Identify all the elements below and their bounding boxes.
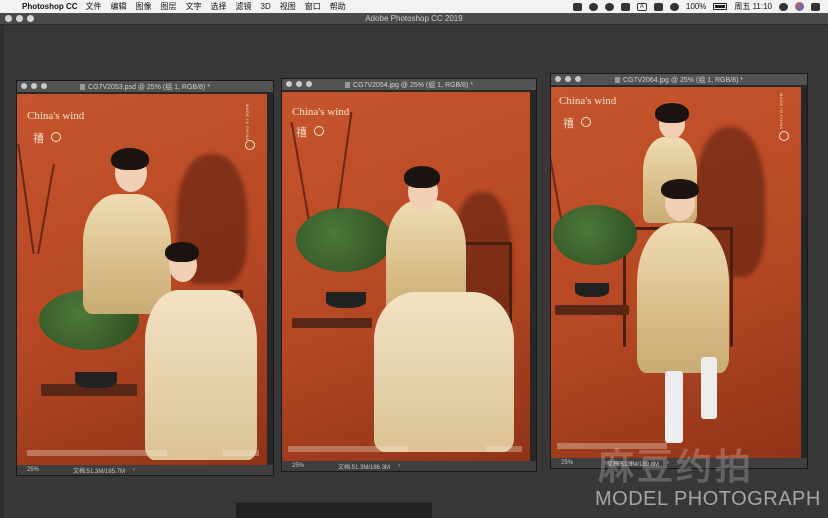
menu-view[interactable]: 视图 <box>280 1 296 12</box>
seal-character: 禧 <box>563 118 574 130</box>
bride-hair <box>404 166 440 188</box>
menu-filter[interactable]: 滤镜 <box>236 1 252 12</box>
file-icon <box>80 84 86 90</box>
menu-layer[interactable]: 图层 <box>161 1 177 12</box>
menu-3d[interactable]: 3D <box>261 2 271 11</box>
seal-mark-right <box>245 140 255 150</box>
groom-leg <box>665 371 683 443</box>
document-tab-1[interactable]: CG7V2053.psd @ 25% (组 1, RGB/8) * <box>17 81 273 93</box>
status-menu-arrow[interactable]: › <box>398 463 400 469</box>
menu-select[interactable]: 选择 <box>211 1 227 12</box>
photo-canvas-1[interactable]: China's wind 禧 MADE IN CHINA <box>17 94 267 467</box>
studio-label <box>486 446 522 452</box>
menu-edit[interactable]: 编辑 <box>111 1 127 12</box>
document-title: CG7V2064.jpg @ 25% (组 1, RGB/8) * <box>623 77 743 84</box>
bonsai-pot <box>75 372 117 388</box>
doc-size: 文档:51.3M/186.3M <box>338 464 391 471</box>
battery-icon[interactable] <box>713 3 728 10</box>
file-icon <box>615 77 621 83</box>
seal-mark <box>581 117 591 127</box>
menubar-tray: A 100% 周五 11:10 <box>572 1 828 12</box>
app-titlebar: Adobe Photoshop CC 2019 <box>0 13 828 25</box>
watermark-chinese: 麻豆约拍 <box>598 446 755 487</box>
wooden-table <box>555 305 629 315</box>
seal-character: 禧 <box>33 133 44 145</box>
qq-icon[interactable] <box>604 2 614 11</box>
menu-type[interactable]: 文字 <box>186 1 202 12</box>
seal-mark <box>51 132 61 142</box>
vertical-label: MADE IN CHINA <box>245 104 250 141</box>
zoom-level[interactable]: 25% <box>561 460 601 466</box>
siri-icon[interactable] <box>795 2 804 11</box>
brand-title: China's wind <box>27 110 85 122</box>
copyright-text <box>27 450 167 456</box>
app-title: Adobe Photoshop CC 2019 <box>365 14 463 23</box>
photo-canvas-2[interactable]: China's wind 禧 <box>282 92 530 463</box>
document-title: CG7V2054.jpg @ 25% (组 1, RGB/8) * <box>353 82 473 89</box>
clipboard-icon[interactable] <box>620 2 630 11</box>
vertical-label: MADE IN CHINA <box>779 93 784 130</box>
watermark-english: MODEL PHOTOGRAPH <box>595 488 821 510</box>
doc-size: 文档:51.3M/185.7M <box>73 468 126 475</box>
spotlight-icon[interactable] <box>779 2 788 11</box>
menu-file[interactable]: 文件 <box>86 1 102 12</box>
battery-percent: 100% <box>685 2 707 11</box>
clock[interactable]: 周五 11:10 <box>734 1 772 12</box>
menu-image[interactable]: 图像 <box>136 1 152 12</box>
bonsai-pot <box>326 292 366 308</box>
document-window-2[interactable]: CG7V2054.jpg @ 25% (组 1, RGB/8) * China'… <box>281 78 537 472</box>
bonsai-tree <box>296 208 392 272</box>
seal-mark-right <box>779 131 789 141</box>
menu-app-name[interactable]: Photoshop CC <box>22 2 78 11</box>
notification-center-icon[interactable] <box>811 2 820 11</box>
copyright-text <box>288 446 408 452</box>
status-menu-arrow[interactable]: › <box>133 467 135 473</box>
status-bar: 25% 文档:51.3M/185.7M › <box>17 465 273 475</box>
wifi-icon[interactable] <box>669 2 679 11</box>
groom-hair <box>661 179 699 199</box>
document-window-1[interactable]: CG7V2053.psd @ 25% (组 1, RGB/8) * China'… <box>16 80 274 476</box>
studio-label <box>223 450 259 456</box>
zoom-level[interactable]: 25% <box>27 467 67 473</box>
input-method-icon[interactable]: A <box>636 2 647 11</box>
seal-character: 禧 <box>296 127 307 139</box>
bride-hair <box>165 242 199 262</box>
brand-title: China's wind <box>292 106 350 118</box>
wechat-icon[interactable] <box>588 2 598 11</box>
bride-dress <box>374 292 514 452</box>
bonsai-pot <box>575 283 609 297</box>
document-title: CG7V2053.psd @ 25% (组 1, RGB/8) * <box>88 84 210 91</box>
status-bar: 25% 文档:51.3M/186.3M › <box>282 461 536 471</box>
seal-mark <box>314 126 324 136</box>
cloud-icon[interactable] <box>572 2 582 11</box>
groom-leg <box>701 357 717 419</box>
document-tab-2[interactable]: CG7V2054.jpg @ 25% (组 1, RGB/8) * <box>282 79 536 91</box>
menu-help[interactable]: 帮助 <box>330 1 346 12</box>
groom-figure <box>83 194 171 314</box>
groom-hair <box>111 148 149 170</box>
photo-canvas-3[interactable]: China's wind 禧 MADE IN CHINA <box>551 87 801 460</box>
wooden-table <box>292 318 372 328</box>
document-tab-3[interactable]: CG7V2064.jpg @ 25% (组 1, RGB/8) * <box>551 74 807 86</box>
screen: { "menubar": { "apple_icon": "apple-icon… <box>0 0 828 518</box>
macos-menubar: Photoshop CC 文件 编辑 图像 图层 文字 选择 滤镜 3D 视图 … <box>0 0 828 13</box>
document-window-3[interactable]: CG7V2064.jpg @ 25% (组 1, RGB/8) * China'… <box>550 73 808 469</box>
groom-seated <box>637 223 729 373</box>
bonsai-tree <box>553 205 637 265</box>
brand-title: China's wind <box>559 95 617 107</box>
bride-dress <box>145 290 257 460</box>
file-icon <box>345 82 351 88</box>
bride-hair <box>655 103 689 123</box>
bluetooth-icon[interactable] <box>653 2 663 11</box>
menu-window[interactable]: 窗口 <box>305 1 321 12</box>
panel-bar <box>236 502 432 518</box>
zoom-level[interactable]: 25% <box>292 463 332 469</box>
